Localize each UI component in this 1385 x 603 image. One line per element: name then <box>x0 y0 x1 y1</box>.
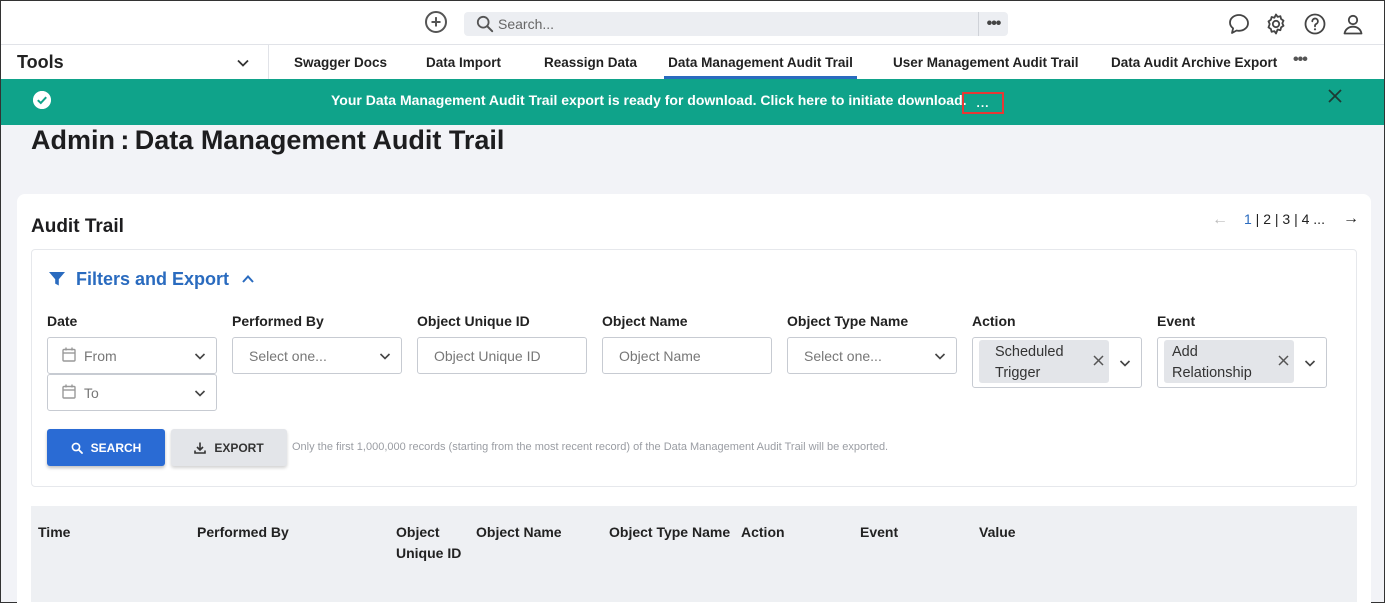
filters-toggle[interactable]: Filters and Export <box>48 268 255 290</box>
chat-icon[interactable] <box>1227 12 1251 36</box>
tab-user-management-audit-trail[interactable]: User Management Audit Trail <box>893 45 1079 79</box>
event-tag: Add Relationship <box>1164 340 1294 383</box>
more-tabs-button[interactable]: ••• <box>1293 51 1308 69</box>
column-header-action[interactable]: Action <box>741 522 785 543</box>
pagination: ← 1 | 2 | 3 | 4 ... → <box>1212 210 1359 230</box>
filters-heading: Filters and Export <box>76 268 230 289</box>
check-circle-icon <box>33 91 51 109</box>
page-numbers[interactable]: 1 | 2 | 3 | 4 ... <box>1244 211 1325 227</box>
close-icon[interactable] <box>1278 355 1289 366</box>
search-input[interactable] <box>498 12 968 36</box>
tab-reassign-data[interactable]: Reassign Data <box>544 45 637 79</box>
download-ready-banner[interactable]: Your Data Management Audit Trail export … <box>1 79 1384 125</box>
action-tag-label: Scheduled Trigger <box>995 344 1064 381</box>
tab-data-import[interactable]: Data Import <box>426 45 501 79</box>
help-icon[interactable] <box>1303 12 1327 36</box>
chevron-down-icon <box>237 59 249 67</box>
chevron-down-icon <box>194 353 206 360</box>
filters-panel: Filters and Export Date From To Performe… <box>31 249 1357 487</box>
card-title: Audit Trail <box>31 216 124 237</box>
export-note: Only the first 1,000,000 records (starti… <box>292 441 889 453</box>
tools-label: Tools <box>17 52 64 72</box>
chevron-down-icon <box>379 353 391 360</box>
object-type-name-select[interactable]: Select one... <box>787 337 957 374</box>
banner-message[interactable]: Your Data Management Audit Trail export … <box>331 92 967 108</box>
performed-by-placeholder: Select one... <box>249 348 327 364</box>
date-to-placeholder: To <box>84 385 99 401</box>
action-label: Action <box>972 313 1016 329</box>
search-button[interactable]: SEARCH <box>47 429 165 466</box>
action-tag: Scheduled Trigger <box>979 340 1109 383</box>
date-to-select[interactable]: To <box>47 374 217 411</box>
column-header-value[interactable]: Value <box>979 522 1016 543</box>
arrow-right-icon[interactable]: → <box>1343 210 1359 228</box>
calendar-icon <box>62 347 76 362</box>
gear-icon[interactable] <box>1264 12 1288 36</box>
column-header-object-unique-id[interactable]: Object Unique ID <box>396 522 468 564</box>
column-header-event[interactable]: Event <box>860 522 898 543</box>
object-type-name-placeholder: Select one... <box>804 348 882 364</box>
object-name-input[interactable]: Object Name <box>602 337 772 374</box>
tab-data-audit-archive-export[interactable]: Data Audit Archive Export <box>1111 45 1277 79</box>
object-unique-id-placeholder: Object Unique ID <box>434 348 541 364</box>
user-icon[interactable] <box>1341 12 1365 36</box>
tools-nav: Tools Swagger Docs Data Import Reassign … <box>1 45 1384 79</box>
global-search: ••• <box>464 12 1008 36</box>
search-icon <box>476 15 494 33</box>
calendar-icon <box>62 384 76 399</box>
chevron-down-icon <box>1304 360 1316 367</box>
event-tag-label: Add Relationship <box>1172 344 1252 381</box>
column-header-object-name[interactable]: Object Name <box>476 522 562 543</box>
performed-by-label: Performed By <box>232 313 324 329</box>
tab-data-management-audit-trail[interactable]: Data Management Audit Trail <box>664 45 857 79</box>
tab-swagger-docs[interactable]: Swagger Docs <box>294 45 387 79</box>
download-icon <box>194 442 207 454</box>
export-button[interactable]: EXPORT <box>171 429 287 466</box>
chevron-down-icon <box>934 353 946 360</box>
performed-by-select[interactable]: Select one... <box>232 337 402 374</box>
filter-icon <box>49 272 65 286</box>
column-header-object-type-name[interactable]: Object Type Name <box>609 522 730 543</box>
tools-dropdown[interactable]: Tools <box>1 45 269 79</box>
column-header-time[interactable]: Time <box>38 522 70 543</box>
event-multiselect[interactable]: Add Relationship <box>1157 337 1327 388</box>
date-label: Date <box>47 313 78 329</box>
chevron-up-icon <box>242 275 254 283</box>
chevron-down-icon <box>1119 360 1131 367</box>
page-title: Admin : Data Management Audit Trail <box>31 125 505 155</box>
other-pages[interactable]: | 2 | 3 | 4 ... <box>1252 211 1325 227</box>
date-from-select[interactable]: From <box>47 337 217 374</box>
table-header: Time Performed By Object Unique ID Objec… <box>31 506 1357 602</box>
object-name-placeholder: Object Name <box>619 348 701 364</box>
export-button-label: EXPORT <box>214 440 264 455</box>
date-from-placeholder: From <box>84 348 117 364</box>
plus-circle-icon[interactable]: + <box>425 11 447 33</box>
close-icon[interactable] <box>1093 355 1104 366</box>
column-header-performed-by[interactable]: Performed By <box>197 522 289 543</box>
object-unique-id-label: Object Unique ID <box>417 313 530 329</box>
search-icon <box>71 442 83 454</box>
chevron-down-icon <box>194 390 206 397</box>
object-type-name-label: Object Type Name <box>787 313 909 329</box>
banner-more-button[interactable]: ... <box>962 92 1004 114</box>
object-name-label: Object Name <box>602 313 688 329</box>
action-multiselect[interactable]: Scheduled Trigger <box>972 337 1142 388</box>
audit-trail-card: Audit Trail ← 1 | 2 | 3 | 4 ... → Filter… <box>17 194 1371 603</box>
arrow-left-icon[interactable]: ← <box>1212 211 1228 229</box>
current-page[interactable]: 1 <box>1244 211 1252 227</box>
top-bar: + ••• <box>1 1 1384 45</box>
object-unique-id-input[interactable]: Object Unique ID <box>417 337 587 374</box>
search-button-label: SEARCH <box>90 440 142 455</box>
search-options-button[interactable]: ••• <box>978 12 1008 36</box>
close-icon[interactable] <box>1327 88 1343 104</box>
event-label: Event <box>1157 313 1196 329</box>
